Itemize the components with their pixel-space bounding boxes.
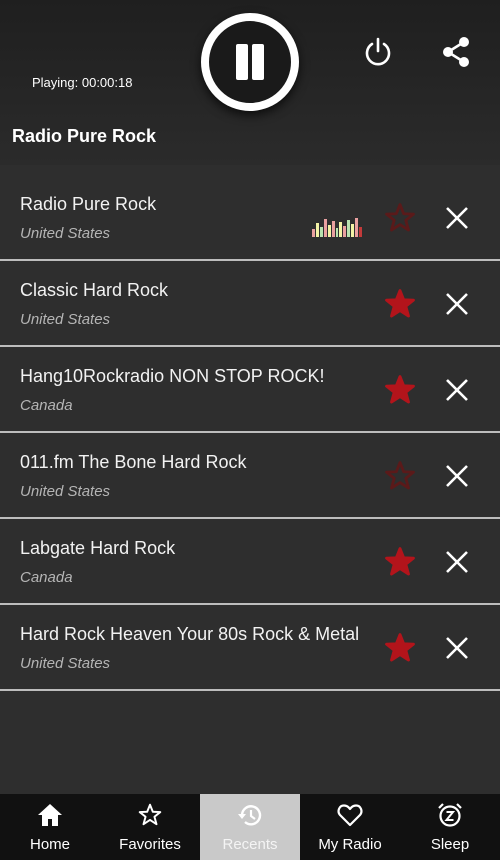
pause-icon (236, 44, 248, 80)
recent-stations-list: Radio Pure Rock United States Classic Ha… (0, 175, 500, 691)
close-icon[interactable] (444, 377, 470, 403)
equalizer-bar (312, 229, 315, 237)
station-country: United States (20, 483, 111, 500)
equalizer-bar (359, 227, 362, 237)
share-icon[interactable] (440, 35, 472, 69)
home-icon (38, 804, 62, 826)
power-icon[interactable] (362, 36, 394, 68)
close-icon[interactable] (444, 635, 470, 661)
bottom-nav: Home Favorites Recents My Radio Sleep (0, 794, 500, 860)
station-country: United States (20, 311, 111, 328)
close-icon[interactable] (444, 205, 470, 231)
station-name: Hard Rock Heaven Your 80s Rock & Metal (20, 624, 360, 644)
equalizer-bar (335, 228, 339, 237)
equalizer-bar (319, 227, 323, 237)
nav-recents-label: Recents (222, 836, 278, 853)
star-outline-icon (138, 803, 162, 826)
close-icon[interactable] (444, 291, 470, 317)
nav-favorites[interactable]: Favorites (100, 794, 200, 860)
star-icon[interactable] (383, 459, 417, 493)
equalizer-bar (327, 225, 331, 237)
nav-home[interactable]: Home (0, 794, 100, 860)
equalizer-bar (351, 224, 355, 237)
playing-time: Playing: 00:00:18 (32, 75, 133, 90)
station-country: Canada (20, 397, 73, 414)
nav-my-radio-label: My Radio (318, 836, 382, 853)
nav-home-label: Home (29, 836, 70, 853)
star-icon[interactable] (383, 373, 417, 407)
station-country: Canada (20, 569, 73, 586)
close-icon[interactable] (444, 463, 470, 489)
equalizer-bar (343, 226, 347, 237)
nav-sleep-label: Sleep (430, 836, 470, 853)
station-name: Hang10Rockradio NON STOP ROCK! (20, 366, 325, 386)
station-row[interactable]: Hang10Rockradio NON STOP ROCK! Canada (0, 347, 500, 433)
station-row[interactable]: Labgate Hard Rock Canada (0, 519, 500, 605)
station-name: Classic Hard Rock (20, 280, 169, 300)
station-name: Labgate Hard Rock (20, 538, 176, 558)
player-header: Playing: 00:00:18 Radio Pure Rock (0, 0, 500, 165)
pause-icon-bar (252, 44, 264, 80)
nav-my-radio[interactable]: My Radio (300, 794, 400, 860)
history-icon (238, 805, 262, 826)
heart-icon (337, 804, 363, 827)
station-row[interactable]: Classic Hard Rock United States (0, 261, 500, 347)
pause-button[interactable] (201, 13, 299, 111)
station-title: Radio Pure Rock (12, 126, 157, 146)
nav-sleep[interactable]: Sleep (400, 794, 500, 860)
station-country: United States (20, 225, 111, 242)
star-icon[interactable] (383, 201, 417, 235)
equalizer-bar (355, 218, 359, 237)
star-icon[interactable] (383, 631, 417, 665)
close-icon[interactable] (444, 549, 470, 575)
nav-recents[interactable]: Recents (200, 794, 300, 860)
star-icon[interactable] (383, 545, 417, 579)
station-name: 011.fm The Bone Hard Rock (20, 452, 247, 472)
equalizer-icon (312, 217, 362, 237)
equalizer-bar (339, 222, 343, 237)
nav-favorites-label: Favorites (119, 836, 181, 853)
station-row[interactable]: Hard Rock Heaven Your 80s Rock & Metal U… (0, 605, 500, 691)
alarm-z-icon (438, 803, 462, 827)
star-icon[interactable] (383, 287, 417, 321)
equalizer-bar (347, 220, 351, 237)
equalizer-bar (331, 221, 335, 237)
equalizer-bar (323, 219, 327, 237)
equalizer-bar (315, 223, 319, 237)
station-country: United States (20, 655, 111, 672)
station-name: Radio Pure Rock (20, 194, 157, 214)
station-row[interactable]: 011.fm The Bone Hard Rock United States (0, 433, 500, 519)
station-row[interactable]: Radio Pure Rock United States (0, 175, 500, 261)
